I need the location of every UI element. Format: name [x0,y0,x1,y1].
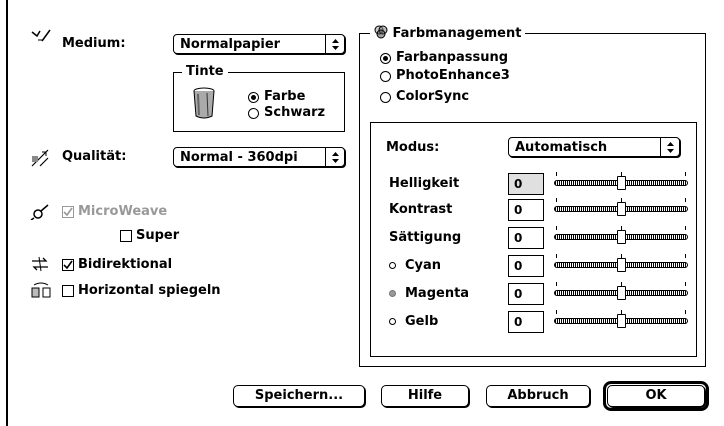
modus-popup-value: Automatisch [515,139,608,155]
adjust-slider[interactable] [554,310,688,332]
color-dot-icon [389,262,396,269]
bidirektional-label: Bidirektional [78,257,173,272]
slider-thumb[interactable] [617,176,626,190]
colorsync-radio[interactable] [380,92,391,103]
adjust-slider[interactable] [554,254,688,276]
slider-tick [685,282,686,286]
microweave-icon [30,204,49,220]
flip-horizontal-icon [31,282,51,298]
slider-thumb[interactable] [617,230,626,244]
paper-feed-icon [31,29,51,42]
slider-label: Cyan [405,258,442,273]
popup-arrows-icon [325,35,344,53]
adjust-slider[interactable] [554,172,688,194]
slider-value-field[interactable]: 0 [508,227,544,249]
bidirektional-checkbox[interactable] [62,259,74,271]
slider-tick [556,226,557,230]
slider-value-field[interactable]: 0 [508,255,544,277]
slider-tick [685,310,686,314]
popup-arrows-icon [660,138,679,156]
slider-label: Helligkeit [389,176,460,191]
slider-tick [556,282,557,286]
slider-label: Magenta [405,286,470,301]
slider-thumb[interactable] [617,202,626,216]
modus-popup[interactable]: Automatisch [508,137,680,157]
tinte-schwarz-radio[interactable] [248,108,259,119]
slider-tick [685,198,686,202]
tinte-farbe-radio[interactable] [248,92,259,103]
super-checkbox[interactable] [120,230,132,242]
farbanpassung-radio[interactable] [380,53,391,64]
qualitaet-popup[interactable]: Normal - 360dpi [173,147,345,167]
color-management-icon [374,25,388,39]
window-left-border [6,0,8,426]
slider-tick [685,226,686,230]
hilfe-button[interactable]: Hilfe [381,385,469,407]
horizontal-checkbox[interactable] [62,285,74,297]
medium-label: Medium: [62,36,126,51]
tinte-farbe-label: Farbe [264,89,306,104]
slider-thumb[interactable] [617,286,626,300]
adjust-slider[interactable] [554,198,688,220]
slider-tick [556,172,557,176]
microweave-checkbox[interactable] [62,206,74,218]
slider-label: Gelb [405,314,439,329]
ok-button[interactable]: OK [607,385,705,407]
slider-tick [556,310,557,314]
super-label: Super [136,228,180,243]
adjust-slider[interactable] [554,282,688,304]
farbanpassung-label: Farbanpassung [396,50,509,65]
horizontal-label: Horizontal spiegeln [78,283,221,298]
medium-popup-value: Normalpapier [180,36,281,52]
tinte-schwarz-label: Schwarz [264,105,326,120]
slider-value-field[interactable]: 0 [508,199,544,221]
farbmanagement-title: Farbmanagement [392,26,522,41]
ink-bucket-icon [193,87,215,119]
slider-value-field[interactable]: 0 [508,173,544,195]
farbmanagement-title-wrap: Farbmanagement [370,25,526,42]
popup-arrows-icon [325,148,344,166]
color-dot-icon [389,318,396,325]
slider-label: Kontrast [389,202,453,217]
microweave-label: MicroWeave [78,204,168,219]
quality-icon [31,149,49,167]
speichern-button[interactable]: Speichern... [233,385,365,407]
photoenhance3-radio[interactable] [380,71,391,82]
slider-tick [685,172,686,176]
slider-tick [556,198,557,202]
slider-value-field[interactable]: 0 [508,283,544,305]
slider-tick [556,254,557,258]
slider-value-field[interactable]: 0 [508,311,544,333]
slider-label: Sättigung [389,230,462,245]
bidirectional-icon [32,256,48,272]
color-dot-icon [389,290,396,297]
slider-thumb[interactable] [617,314,626,328]
qualitaet-label: Qualität: [62,149,127,164]
tinte-group-title: Tinte [182,64,228,80]
adjust-slider[interactable] [554,226,688,248]
slider-tick [685,254,686,258]
modus-label: Modus: [386,140,440,155]
slider-thumb[interactable] [617,258,626,272]
photoenhance3-label: PhotoEnhance3 [396,68,510,83]
medium-popup[interactable]: Normalpapier [173,34,345,54]
abbruch-button[interactable]: Abbruch [486,385,590,407]
colorsync-label: ColorSync [396,89,470,104]
qualitaet-popup-value: Normal - 360dpi [180,149,298,165]
